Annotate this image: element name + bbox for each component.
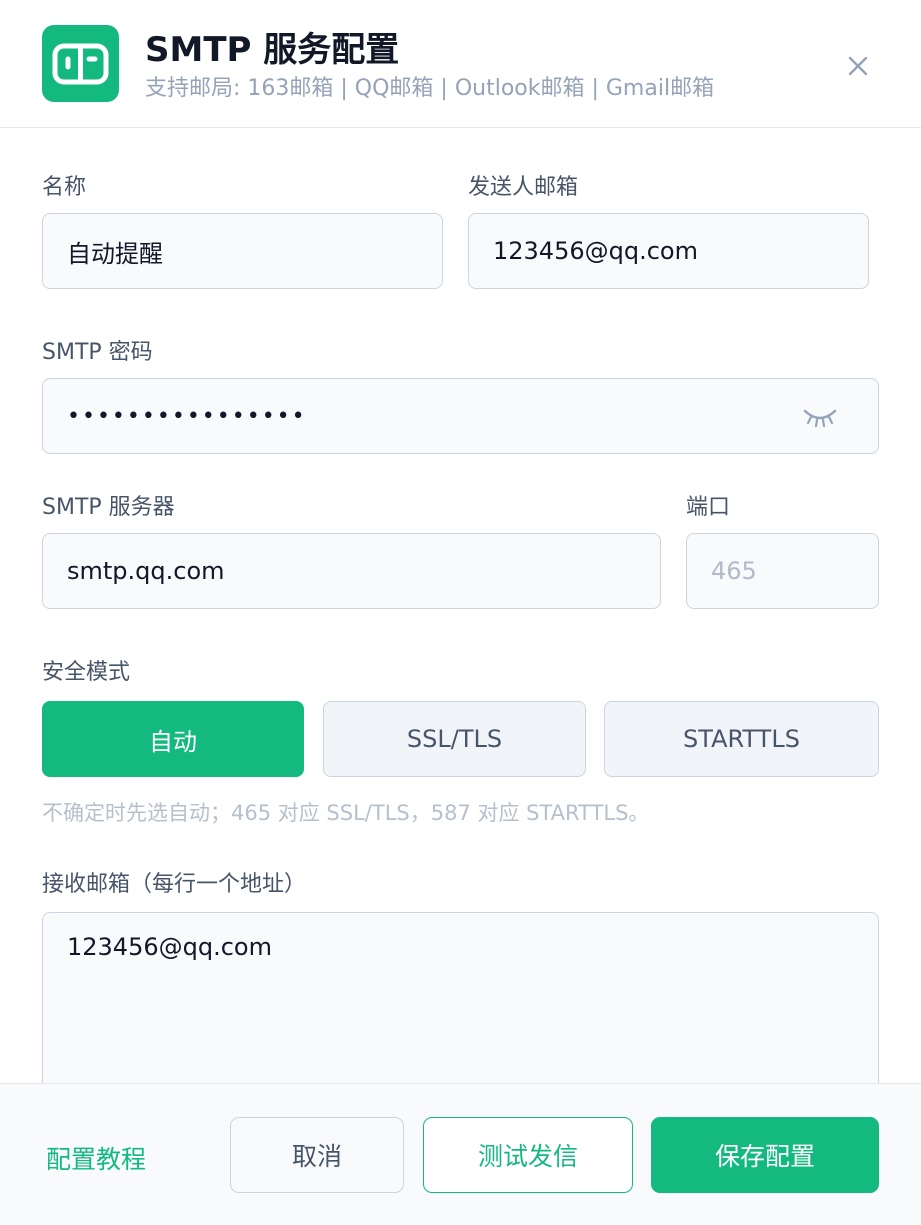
dialog-subtitle: 支持邮局: 163邮箱 | QQ邮箱 | Outlook邮箱 | Gmail邮箱 <box>145 76 715 101</box>
cancel-button[interactable]: 取消 <box>230 1117 404 1193</box>
recipients-label: 接收邮箱（每行一个地址） <box>42 872 307 897</box>
recipients-textarea[interactable]: 123456@qq.com <box>42 912 879 1112</box>
sender-email-input[interactable]: 123456@qq.com <box>468 213 869 289</box>
server-label: SMTP 服务器 <box>42 495 175 520</box>
security-option-auto[interactable]: 自动 <box>42 701 304 777</box>
port-input[interactable]: 465 <box>686 533 879 609</box>
smtp-config-dialog: SMTP 服务配置 支持邮局: 163邮箱 | QQ邮箱 | Outlook邮箱… <box>0 0 921 1225</box>
app-logo-icon <box>42 25 119 102</box>
save-config-button[interactable]: 保存配置 <box>651 1117 879 1193</box>
security-option-ssl-tls[interactable]: SSL/TLS <box>323 701 586 777</box>
security-hint: 不确定时先选自动；465 对应 SSL/TLS，587 对应 STARTTLS。 <box>42 801 650 825</box>
security-label: 安全模式 <box>42 660 131 685</box>
password-label: SMTP 密码 <box>42 340 153 365</box>
port-label: 端口 <box>686 495 731 520</box>
dialog-title: SMTP 服务配置 <box>145 30 400 70</box>
security-option-starttls[interactable]: STARTTLS <box>604 701 879 777</box>
tutorial-link[interactable]: 配置教程 <box>46 1140 146 1176</box>
name-input[interactable]: 自动提醒 <box>42 213 443 289</box>
name-label: 名称 <box>42 175 87 200</box>
password-value: •••••••••••••••• <box>67 403 307 429</box>
smtp-password-input[interactable]: •••••••••••••••• <box>42 378 879 454</box>
close-icon[interactable] <box>838 46 878 86</box>
sender-label: 发送人邮箱 <box>468 175 579 200</box>
eye-closed-icon[interactable] <box>800 401 840 433</box>
smtp-server-input[interactable]: smtp.qq.com <box>42 533 661 609</box>
test-send-button[interactable]: 测试发信 <box>423 1117 633 1193</box>
dialog-header: SMTP 服务配置 支持邮局: 163邮箱 | QQ邮箱 | Outlook邮箱… <box>0 0 921 128</box>
